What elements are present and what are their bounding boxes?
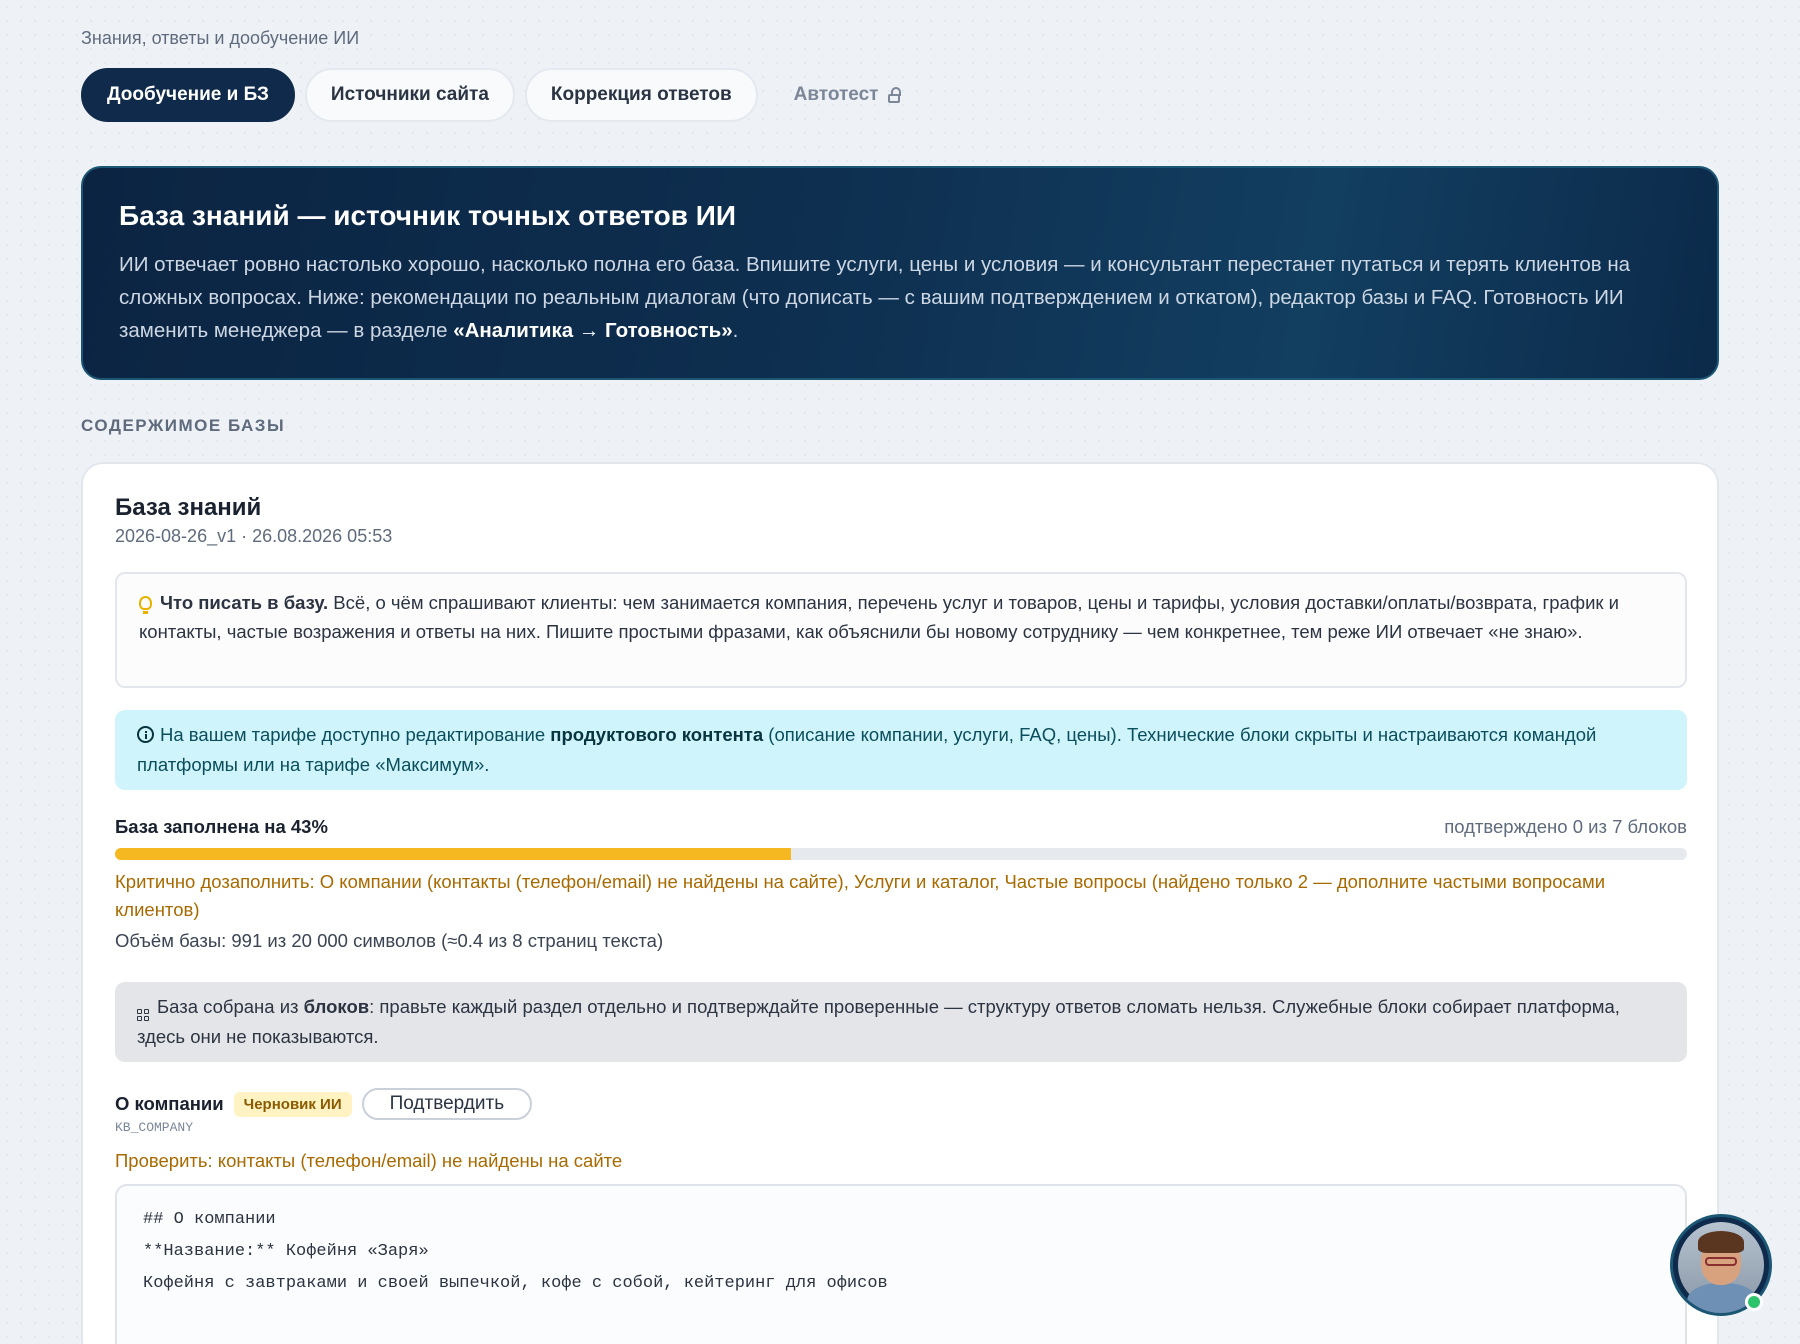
- fill-status-row: База заполнена на 43% подтверждено 0 из …: [115, 816, 1687, 838]
- avatar-glasses: [1705, 1257, 1737, 1266]
- plan-info-alert: На вашем тарифе доступно редактирование …: [115, 710, 1687, 790]
- hero-text: ИИ отвечает ровно настолько хорошо, наск…: [119, 248, 1681, 347]
- lightbulb-icon: [139, 596, 152, 614]
- fill-progress-bar: [115, 848, 1687, 860]
- tip-text: Всё, о чём спрашивают клиенты: чем заним…: [139, 592, 1619, 642]
- hero-text-tail: .: [732, 319, 739, 342]
- editor-line: **Название:** Кофейня «Заря»: [143, 1242, 429, 1261]
- avatar-hair: [1698, 1231, 1744, 1253]
- confirmed-count: подтверждено 0 из 7 блоков: [1444, 816, 1687, 837]
- blocks-note: База собрана из блоков: правьте каждый р…: [115, 982, 1687, 1062]
- tab-autotest-label: Автотест: [793, 84, 879, 105]
- section-label: СОДЕРЖИМОЕ БАЗЫ: [81, 416, 286, 435]
- editor-line: ## О компании: [143, 1210, 276, 1229]
- critical-fill-warning: Критично дозаполнить: О компании (контак…: [115, 871, 1606, 920]
- editor-line: Кофейня с завтраками и своей выпечкой, к…: [143, 1274, 888, 1293]
- confirm-button[interactable]: Подтвердить: [361, 1088, 533, 1120]
- writing-tip: Что писать в базу. Всё, о чём спрашивают…: [115, 572, 1687, 688]
- section-code: KB_COMPANY: [115, 1120, 194, 1135]
- knowledge-base-card: База знаний 2026-08-26_v1 · 26.08.2026 0…: [81, 462, 1719, 1344]
- breadcrumb: Знания, ответы и дообучение ИИ: [81, 28, 360, 48]
- tab-site-sources[interactable]: Источники сайта: [304, 68, 515, 122]
- info-pre: На вашем тарифе доступно редактирование: [160, 724, 551, 745]
- blocks-grid-icon: [137, 1009, 149, 1021]
- section-warning: Проверить: контакты (телефон/email) не н…: [115, 1150, 623, 1171]
- tab-answer-correction[interactable]: Коррекция ответов: [524, 68, 758, 122]
- blocks-pre: База собрана из: [157, 996, 304, 1017]
- info-icon: [137, 726, 154, 743]
- section-header: О компании Черновик ИИ Подтвердить: [115, 1088, 533, 1120]
- lock-icon: [888, 86, 902, 103]
- online-status-icon: [1745, 1293, 1763, 1311]
- tab-bar: Дообучение и БЗ Источники сайта Коррекци…: [81, 68, 926, 122]
- hero-title: База знаний — источник точных ответов ИИ: [119, 200, 736, 231]
- blocks-bold: блоков: [303, 996, 370, 1017]
- hero-analytics-link: «Аналитика → Готовность»: [453, 319, 733, 342]
- tip-heading: Что писать в базу.: [160, 592, 329, 613]
- hero-banner: База знаний — источник точных ответов ИИ…: [81, 166, 1719, 380]
- hero-text-body: ИИ отвечает ровно настолько хорошо, наск…: [119, 253, 1631, 342]
- draft-badge: Черновик ИИ: [233, 1091, 352, 1117]
- kb-volume: Объём базы: 991 из 20 000 символов (≈0.4…: [115, 930, 664, 951]
- kb-title: База знаний: [115, 494, 262, 521]
- fill-label: База заполнена на 43%: [115, 816, 328, 837]
- section-name: О компании: [115, 1093, 224, 1114]
- kb-version-meta: 2026-08-26_v1 · 26.08.2026 05:53: [115, 526, 393, 546]
- tab-autotest[interactable]: Автотест: [768, 68, 927, 122]
- tab-training[interactable]: Дообучение и БЗ: [81, 68, 295, 122]
- info-bold: продуктового контента: [550, 724, 764, 745]
- section-editor[interactable]: ## О компании **Название:** Кофейня «Зар…: [115, 1184, 1687, 1344]
- fill-progress-value: [115, 848, 791, 860]
